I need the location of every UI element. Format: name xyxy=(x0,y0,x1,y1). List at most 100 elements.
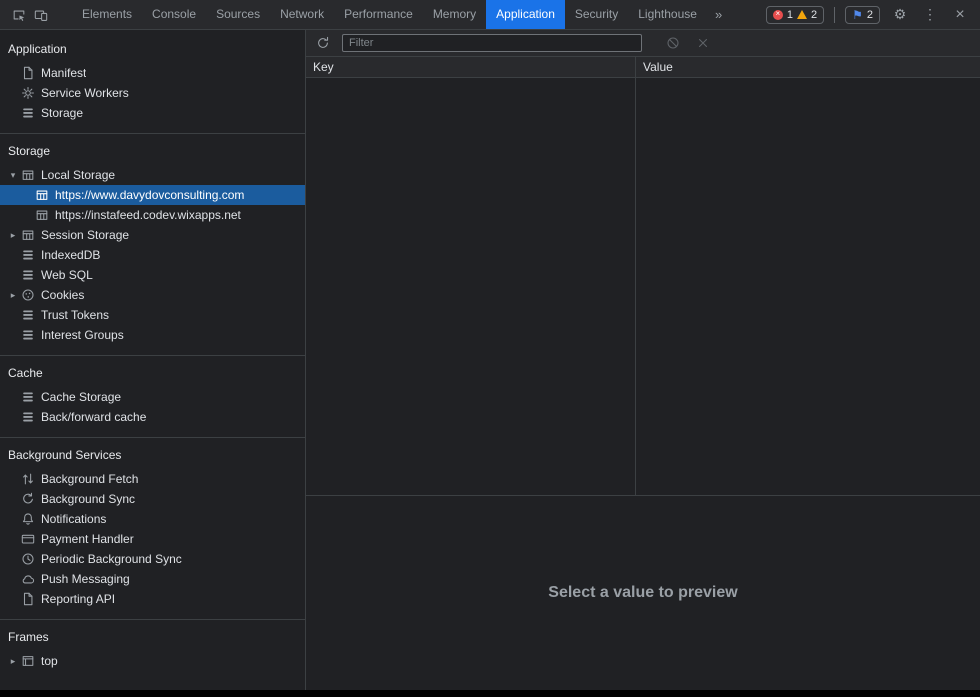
filter-input[interactable] xyxy=(342,34,642,52)
sidebar-item-label: Background Fetch xyxy=(41,472,139,486)
sidebar-item-label: Reporting API xyxy=(41,592,116,606)
window-bottom-edge xyxy=(0,690,980,697)
sidebar-item-label: https://instafeed.codev.wixapps.net xyxy=(55,208,241,222)
sidebar-item-label: Service Workers xyxy=(41,86,129,100)
more-panels-chevron-icon[interactable]: » xyxy=(707,0,730,29)
sidebar-item-service-workers[interactable]: Service Workers xyxy=(0,83,305,103)
card-icon xyxy=(20,531,36,547)
delete-selected-icon[interactable] xyxy=(692,32,714,54)
tab-memory[interactable]: Memory xyxy=(423,0,486,29)
sidebar-item-reporting-api[interactable]: Reporting API xyxy=(0,589,305,609)
stack-icon xyxy=(20,247,36,263)
sidebar-item-label: Cache Storage xyxy=(41,390,122,404)
sidebar-item-label: Payment Handler xyxy=(41,532,134,546)
sidebar-item-push-messaging[interactable]: Push Messaging xyxy=(0,569,305,589)
close-devtools-icon[interactable]: × xyxy=(950,6,970,24)
sync-icon xyxy=(20,491,36,507)
sidebar-item-label: IndexedDB xyxy=(41,248,101,262)
doc-icon xyxy=(20,65,36,81)
sidebar-item-label: Cookies xyxy=(41,288,85,302)
sidebar-item-periodic-background-sync[interactable]: Periodic Background Sync xyxy=(0,549,305,569)
updown-icon xyxy=(20,471,36,487)
tab-elements[interactable]: Elements xyxy=(72,0,142,29)
tab-application[interactable]: Application xyxy=(486,0,565,29)
stack-icon xyxy=(20,327,36,343)
preview-placeholder-text: Select a value to preview xyxy=(548,584,738,601)
sidebar-item-label: Local Storage xyxy=(41,168,116,182)
device-toolbar-icon[interactable] xyxy=(30,4,52,26)
errors-warnings-badge[interactable]: 1 2 xyxy=(765,5,825,24)
application-sidebar: Application Manifest Service Workers Storag… xyxy=(0,30,306,690)
tree-collapsed-arrow-icon[interactable]: ▸ xyxy=(6,230,20,241)
sidebar-item-session-storage[interactable]: ▸ Session Storage xyxy=(0,225,305,245)
inspect-element-icon[interactable] xyxy=(8,4,30,26)
settings-gear-icon[interactable]: ⚙ xyxy=(890,6,910,23)
sidebar-item-local-storage[interactable]: ▾ Local Storage xyxy=(0,165,305,185)
sidebar-item-notifications[interactable]: Notifications xyxy=(0,509,305,529)
sidebar-section-storage: Storage ▾ Local Storage https://www.davydov… xyxy=(0,133,305,345)
error-count: 1 xyxy=(786,8,793,21)
issues-badge[interactable]: ⚑ 2 xyxy=(845,5,880,24)
warning-icon xyxy=(796,10,807,19)
sidebar-item-label: https://www.davydovconsulting.com xyxy=(55,188,245,202)
cookie-icon xyxy=(20,287,36,303)
sidebar-item-background-fetch[interactable]: Background Fetch xyxy=(0,469,305,489)
tree-collapsed-arrow-icon[interactable]: ▸ xyxy=(6,656,20,667)
sidebar-item-trust-tokens[interactable]: Trust Tokens xyxy=(0,305,305,325)
gear-icon xyxy=(20,85,36,101)
sidebar-item-back-forward-cache[interactable]: Back/forward cache xyxy=(0,407,305,427)
grid-icon xyxy=(20,227,36,243)
storage-table-body xyxy=(306,78,980,496)
clear-storage-icon[interactable] xyxy=(662,32,684,54)
frame-icon xyxy=(20,653,36,669)
warning-count: 2 xyxy=(810,8,818,21)
sidebar-item-manifest[interactable]: Manifest xyxy=(0,63,305,83)
stack-icon xyxy=(20,307,36,323)
tab-network[interactable]: Network xyxy=(270,0,334,29)
issues-count: 2 xyxy=(866,8,873,21)
tab-console[interactable]: Console xyxy=(142,0,206,29)
tab-security[interactable]: Security xyxy=(565,0,628,29)
tab-performance[interactable]: Performance xyxy=(334,0,423,29)
toolbar-separator xyxy=(834,6,836,23)
tab-lighthouse[interactable]: Lighthouse xyxy=(628,0,707,29)
sidebar-item-storage[interactable]: Storage xyxy=(0,103,305,123)
sidebar-item-label: Push Messaging xyxy=(41,572,130,586)
value-preview-pane: Select a value to preview xyxy=(306,496,980,690)
sidebar-section-frames: Frames ▸ top xyxy=(0,619,305,671)
column-resize-handle[interactable] xyxy=(635,78,636,495)
storage-table-header: Key Value xyxy=(306,57,980,78)
tree-expanded-arrow-icon[interactable]: ▾ xyxy=(6,170,20,181)
section-title: Storage xyxy=(8,144,51,158)
sidebar-item-cookies[interactable]: ▸ Cookies xyxy=(0,285,305,305)
sidebar-item-label: Back/forward cache xyxy=(41,410,147,424)
sidebar-item-https-www-davydovconsulting-com[interactable]: https://www.davydovconsulting.com xyxy=(0,185,305,205)
sidebar-item-payment-handler[interactable]: Payment Handler xyxy=(0,529,305,549)
error-icon xyxy=(772,9,783,20)
tab-sources[interactable]: Sources xyxy=(206,0,270,29)
sidebar-item-web-sql[interactable]: Web SQL xyxy=(0,265,305,285)
column-header-key: Key xyxy=(306,57,636,77)
sidebar-item-cache-storage[interactable]: Cache Storage xyxy=(0,387,305,407)
column-header-value: Value xyxy=(643,60,673,74)
refresh-icon[interactable] xyxy=(312,32,334,54)
sidebar-item-top[interactable]: ▸ top xyxy=(0,651,305,671)
sidebar-item-background-sync[interactable]: Background Sync xyxy=(0,489,305,509)
clock-icon xyxy=(20,551,36,567)
grid-icon xyxy=(20,167,36,183)
sidebar-item-https-instafeed-codev-wixapps-net[interactable]: https://instafeed.codev.wixapps.net xyxy=(0,205,305,225)
tree-collapsed-arrow-icon[interactable]: ▸ xyxy=(6,290,20,301)
sidebar-item-indexeddb[interactable]: IndexedDB xyxy=(0,245,305,265)
section-title: Cache xyxy=(8,366,43,380)
cloud-icon xyxy=(20,571,36,587)
sidebar-item-label: Background Sync xyxy=(41,492,136,506)
stack-icon xyxy=(20,389,36,405)
sidebar-item-label: top xyxy=(41,654,58,668)
sidebar-section-background-services: Background Services Background Fetch Backg… xyxy=(0,437,305,609)
storage-panel: Key Value Select a value to preview xyxy=(306,30,980,690)
grid-icon xyxy=(34,207,50,223)
sidebar-item-label: Storage xyxy=(41,106,84,120)
kebab-menu-icon[interactable]: ⋮ xyxy=(920,6,940,23)
sidebar-item-interest-groups[interactable]: Interest Groups xyxy=(0,325,305,345)
section-title: Application xyxy=(8,42,67,56)
